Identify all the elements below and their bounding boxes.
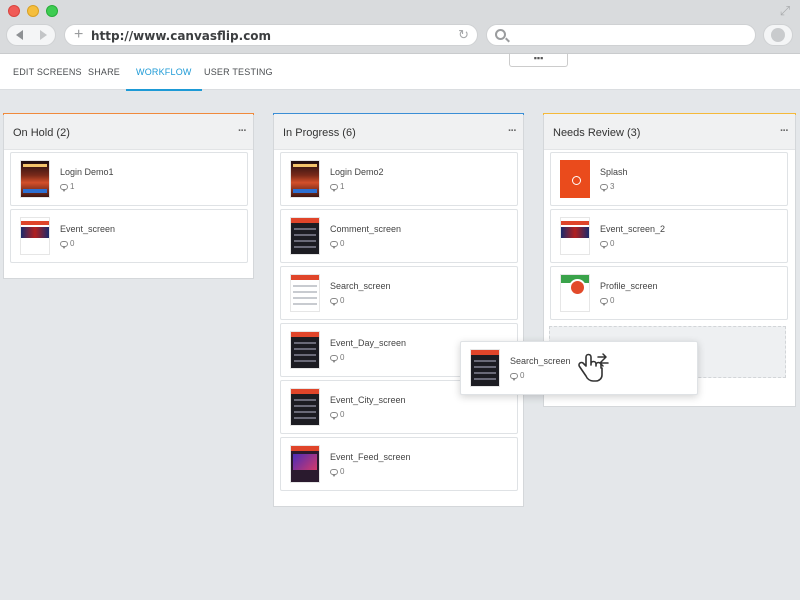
comment-count: 1 xyxy=(330,182,344,192)
comment-bubble-icon xyxy=(510,372,518,381)
arrow-right-icon[interactable] xyxy=(39,30,47,40)
screen-thumbnail xyxy=(560,274,590,312)
comment-bubble-icon xyxy=(330,468,338,477)
card[interactable]: Search_screen 0 xyxy=(280,266,518,320)
card[interactable]: Comment_screen 0 xyxy=(280,209,518,263)
browser-search-input[interactable] xyxy=(486,24,756,46)
comment-bubble-icon xyxy=(60,240,68,249)
comment-bubble-icon xyxy=(330,297,338,306)
search-icon xyxy=(495,29,506,40)
comment-count: 3 xyxy=(600,182,614,192)
comment-count: 0 xyxy=(510,371,524,381)
extension-button[interactable] xyxy=(763,24,793,46)
comment-count: 0 xyxy=(60,239,74,249)
card-title: Event_screen_2 xyxy=(600,224,666,234)
column-menu-icon[interactable]: ··· xyxy=(780,125,789,137)
card[interactable]: Splash 3 xyxy=(550,152,788,206)
comment-count: 0 xyxy=(330,410,344,420)
comment-bubble-icon xyxy=(600,183,608,192)
card-title: Search_screen xyxy=(510,356,571,366)
screen-thumbnail xyxy=(290,445,320,483)
url-text[interactable]: http://www.canvasflip.com xyxy=(91,29,271,43)
card[interactable]: Login Demo1 1 xyxy=(10,152,248,206)
tab-user-testing[interactable]: USER TESTING xyxy=(204,54,273,90)
comment-count: 0 xyxy=(330,467,344,477)
tab-edit-screens[interactable]: EDIT SCREENS xyxy=(13,54,82,90)
card[interactable]: Event_screen_2 0 xyxy=(550,209,788,263)
card-title: Event_Day_screen xyxy=(330,338,407,348)
column-title: Needs Review (3) xyxy=(553,127,641,139)
comment-bubble-icon xyxy=(330,411,338,420)
comment-bubble-icon xyxy=(330,183,338,192)
reload-icon[interactable]: ↻ xyxy=(458,28,469,42)
card-title: Splash xyxy=(600,167,628,177)
minimize-window-icon[interactable] xyxy=(27,5,39,17)
card-title: Profile_screen xyxy=(600,281,658,291)
card-title: Search_screen xyxy=(330,281,391,291)
panel-toggle-handle[interactable]: ▪▪▪ xyxy=(509,54,568,67)
card-title: Login Demo1 xyxy=(60,167,114,177)
column-in-progress: In Progress (6) ··· Login Demo2 1 Commen… xyxy=(273,113,524,507)
column-title: In Progress (6) xyxy=(283,127,356,139)
card-title: Event_screen xyxy=(60,224,116,234)
comment-bubble-icon xyxy=(600,297,608,306)
comment-count: 0 xyxy=(330,239,344,249)
column-title: On Hold (2) xyxy=(13,127,70,139)
close-window-icon[interactable] xyxy=(8,5,20,17)
drag-hand-icon xyxy=(578,353,609,382)
screen-thumbnail xyxy=(290,274,320,312)
comment-count: 0 xyxy=(330,353,344,363)
screen-thumbnail xyxy=(290,217,320,255)
screen-thumbnail xyxy=(20,217,50,255)
screen-thumbnail xyxy=(560,217,590,255)
screen-thumbnail xyxy=(290,331,320,369)
card[interactable]: Event_Feed_screen 0 xyxy=(280,437,518,491)
comment-bubble-icon xyxy=(60,183,68,192)
card-title: Login Demo2 xyxy=(330,167,384,177)
column-header: Needs Review (3) ··· xyxy=(544,114,795,150)
column-on-hold: On Hold (2) ··· Login Demo1 1 Event_scre… xyxy=(3,113,254,279)
card-title: Event_City_screen xyxy=(330,395,406,405)
card[interactable]: Event_screen 0 xyxy=(10,209,248,263)
comment-count: 0 xyxy=(600,296,614,306)
browser-chrome: ⤢ + http://www.canvasflip.com ↻ xyxy=(0,0,800,54)
tab-workflow[interactable]: WORKFLOW xyxy=(126,54,202,91)
plus-icon[interactable]: + xyxy=(74,26,83,44)
column-header: On Hold (2) ··· xyxy=(4,114,253,150)
column-header: In Progress (6) ··· xyxy=(274,114,523,150)
app-tab-bar: EDIT SCREENS SHARE WORKFLOW USER TESTING xyxy=(0,54,800,91)
column-menu-icon[interactable]: ··· xyxy=(508,125,517,137)
screen-thumbnail xyxy=(290,160,320,198)
expand-icon[interactable]: ⤢ xyxy=(778,4,792,18)
tab-share[interactable]: SHARE xyxy=(88,54,120,90)
comment-count: 1 xyxy=(60,182,74,192)
column-menu-icon[interactable]: ··· xyxy=(238,125,247,137)
comment-bubble-icon xyxy=(330,354,338,363)
card[interactable]: Profile_screen 0 xyxy=(550,266,788,320)
comment-bubble-icon xyxy=(330,240,338,249)
address-bar[interactable]: + http://www.canvasflip.com ↻ xyxy=(64,24,478,46)
arrow-left-icon[interactable] xyxy=(15,30,23,40)
comment-count: 0 xyxy=(600,239,614,249)
screen-thumbnail xyxy=(470,349,500,387)
screen-thumbnail xyxy=(560,160,590,198)
maximize-window-icon[interactable] xyxy=(46,5,58,17)
screen-thumbnail xyxy=(290,388,320,426)
card[interactable]: Login Demo2 1 xyxy=(280,152,518,206)
history-nav xyxy=(6,24,56,46)
screen-thumbnail xyxy=(20,160,50,198)
comment-bubble-icon xyxy=(600,240,608,249)
card-title: Event_Feed_screen xyxy=(330,452,411,462)
card-title: Comment_screen xyxy=(330,224,402,234)
comment-count: 0 xyxy=(330,296,344,306)
